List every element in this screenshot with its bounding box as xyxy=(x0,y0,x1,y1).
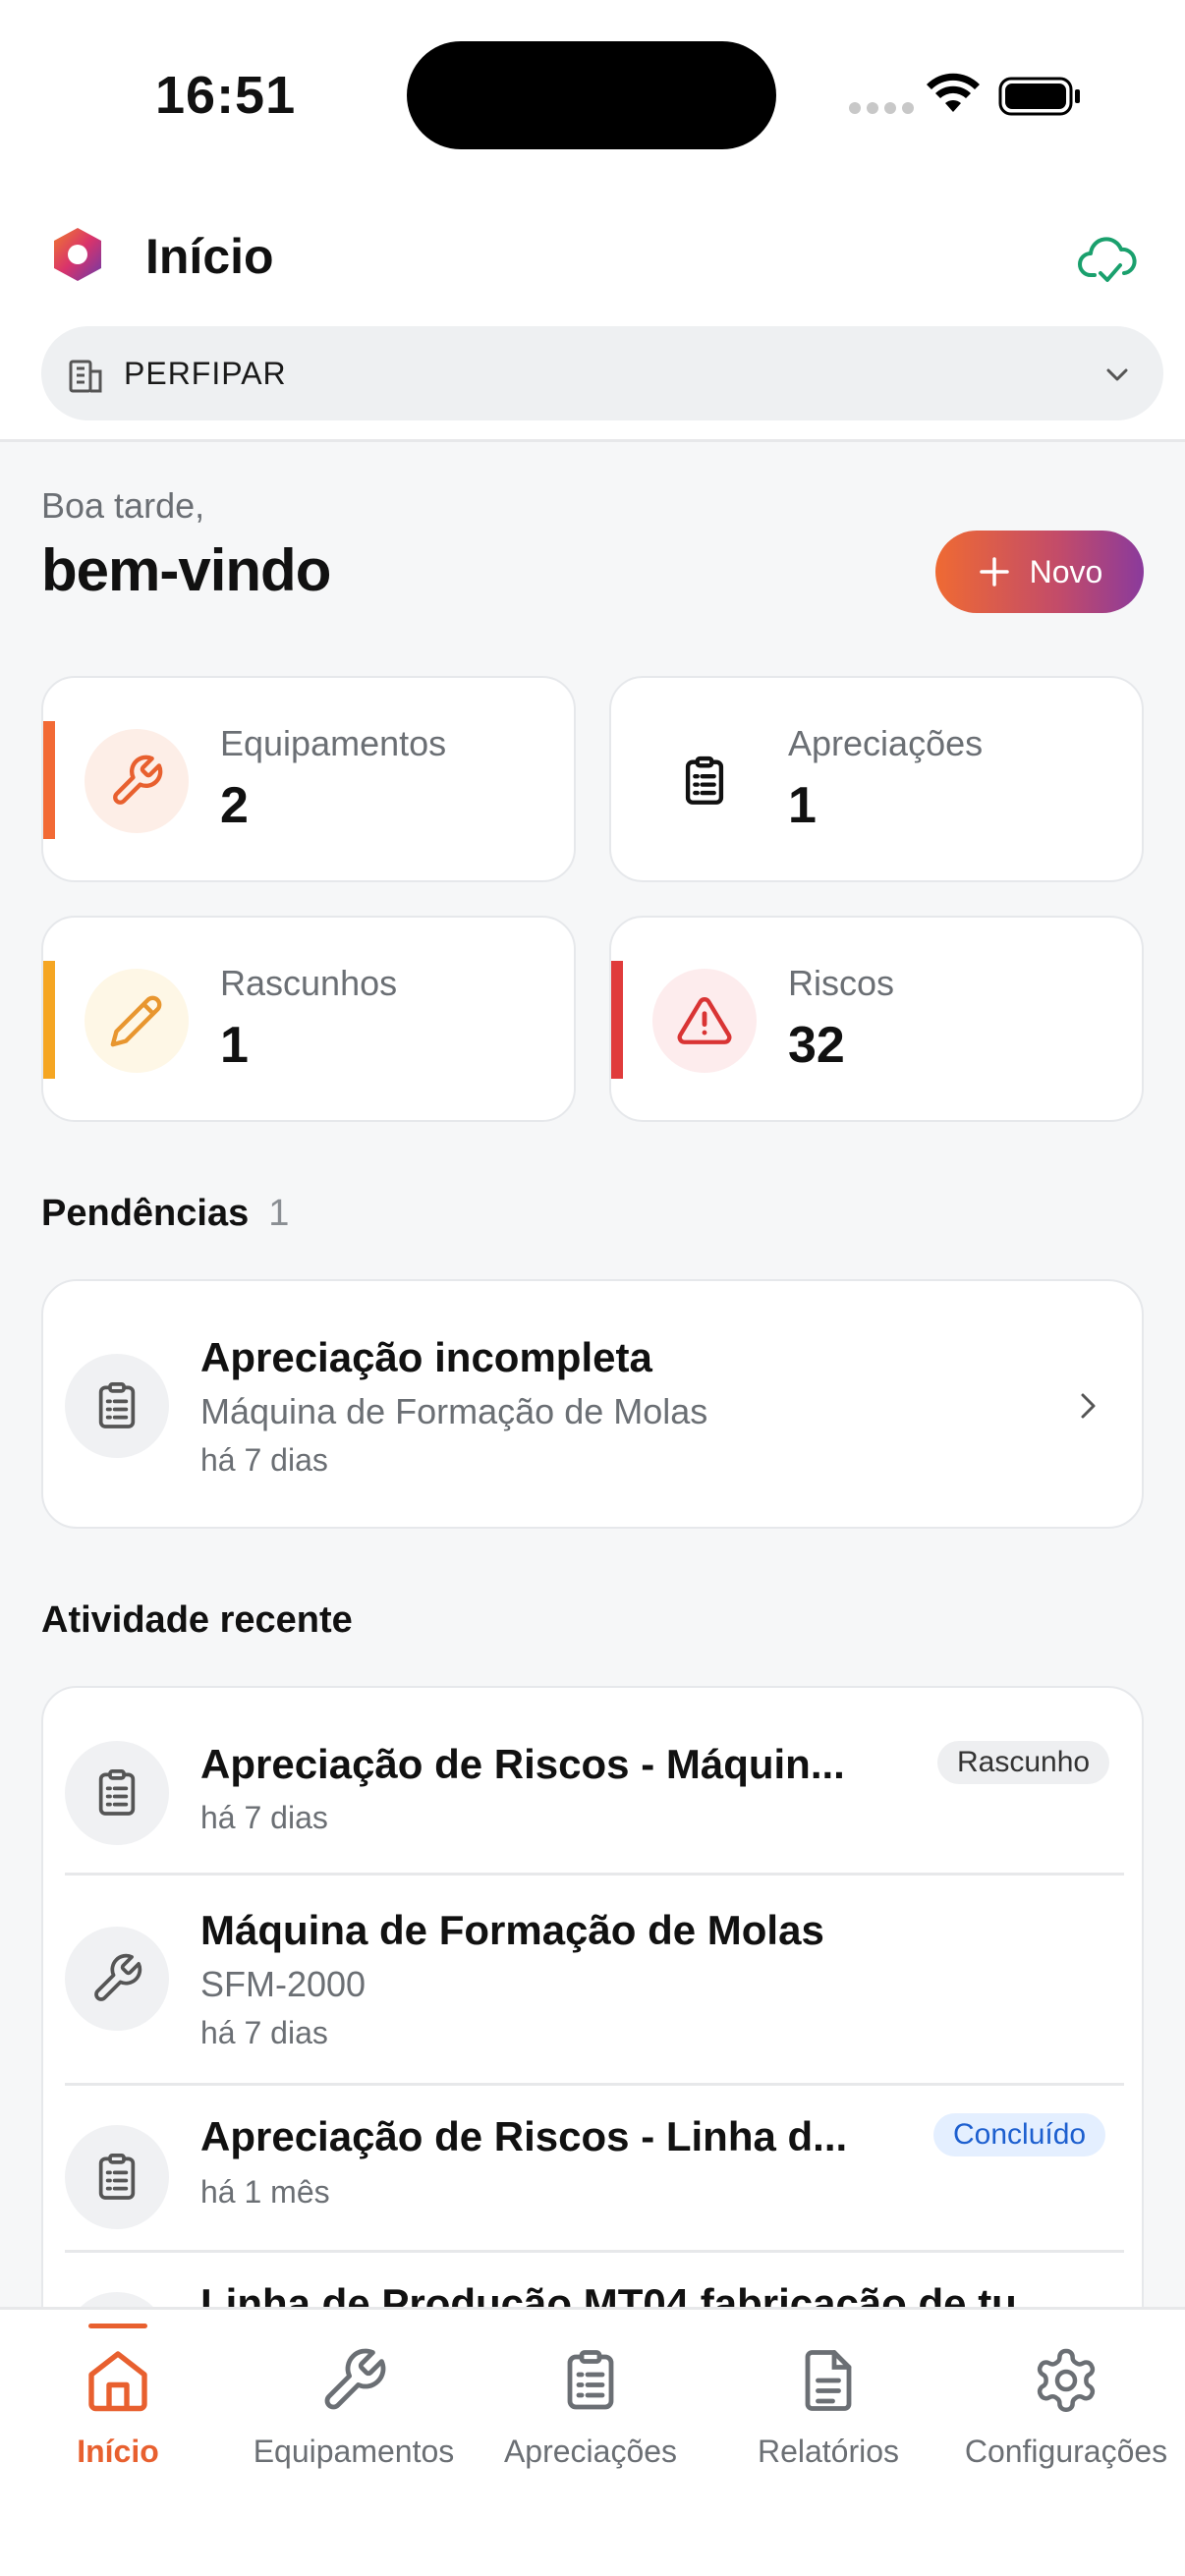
activity-section-title: Atividade recente xyxy=(41,1599,353,1641)
dynamic-island xyxy=(407,41,776,149)
activity-item[interactable]: Apreciação de Riscos - Linha d... há 1 m… xyxy=(43,2086,1142,2251)
activity-item-title: Máquina de Formação de Molas xyxy=(200,1907,824,1953)
warning-icon xyxy=(677,996,732,1044)
tab-apreciacoes[interactable]: Apreciações xyxy=(473,2310,708,2487)
chevron-down-icon xyxy=(1106,368,1128,381)
page-title: Início xyxy=(145,229,274,284)
activity-item-title: Linha de Produção MT04 fabricação de tu.… xyxy=(200,2280,1051,2307)
tab-equipamentos[interactable]: Equipamentos xyxy=(236,2310,472,2487)
activity-item[interactable]: Linha de Produção MT04 fabricação de tu.… xyxy=(43,2253,1142,2307)
tab-label: Relatórios xyxy=(757,2434,900,2469)
company-name: PERFIPAR xyxy=(124,356,287,391)
clipboard-icon xyxy=(98,2153,136,2200)
stat-value: 1 xyxy=(788,777,817,834)
greeting: Boa tarde, xyxy=(41,485,205,526)
list-icon-circle xyxy=(65,1354,169,1458)
wrench-icon xyxy=(94,1953,142,2001)
pending-item-subtitle: Máquina de Formação de Molas xyxy=(200,1391,708,1431)
cloud-check-icon[interactable] xyxy=(1077,232,1138,287)
document-icon xyxy=(805,2350,852,2411)
stat-label: Rascunhos xyxy=(220,963,398,1003)
tab-active-indicator xyxy=(88,2324,147,2328)
stat-card-equipamentos[interactable]: Equipamentos 2 xyxy=(41,676,576,882)
signal-icon xyxy=(849,102,914,114)
new-button[interactable]: Novo xyxy=(935,531,1144,613)
tab-configuracoes[interactable]: Configurações xyxy=(948,2310,1184,2487)
stat-icon-circle xyxy=(652,729,757,833)
stat-accent xyxy=(43,961,55,1079)
status-time: 16:51 xyxy=(155,66,297,125)
activity-item-title: Apreciação de Riscos - Máquin... xyxy=(200,1741,845,1787)
stat-card-apreciacoes[interactable]: Apreciações 1 xyxy=(609,676,1144,882)
pending-item-title: Apreciação incompleta xyxy=(200,1334,652,1380)
stat-accent xyxy=(43,721,55,839)
stat-card-rascunhos[interactable]: Rascunhos 1 xyxy=(41,916,576,1122)
company-select[interactable]: PERFIPAR xyxy=(41,326,1163,420)
clipboard-icon xyxy=(98,1768,136,1816)
stat-icon-circle xyxy=(85,969,189,1073)
activity-item[interactable]: Apreciação de Riscos - Máquin... há 7 di… xyxy=(43,1688,1142,1875)
status-badge: Rascunho xyxy=(937,1741,1110,1784)
wifi-icon xyxy=(927,73,980,112)
status-badge: Concluído xyxy=(933,2113,1106,2156)
stat-icon-circle xyxy=(85,729,189,833)
list-icon-circle xyxy=(65,1741,169,1845)
activity-item-time: há 7 dias xyxy=(200,1800,328,1835)
plus-icon xyxy=(979,557,1009,587)
stat-value: 2 xyxy=(220,777,249,834)
activity-item[interactable]: Máquina de Formação de Molas SFM-2000 há… xyxy=(43,1876,1142,2084)
building-icon xyxy=(69,360,102,393)
wrench-icon xyxy=(324,2348,386,2410)
stat-value: 1 xyxy=(220,1017,249,1074)
stat-card-riscos[interactable]: Riscos 32 xyxy=(609,916,1144,1122)
tab-label: Apreciações xyxy=(503,2434,678,2469)
activity-item-subtitle: SFM-2000 xyxy=(200,1964,367,2004)
stat-label: Apreciações xyxy=(788,723,984,763)
stat-accent xyxy=(611,961,623,1079)
pending-title: Pendências xyxy=(41,1193,250,1234)
list-icon-circle xyxy=(65,2125,169,2229)
chevron-right-icon xyxy=(1081,1393,1096,1419)
list-icon-circle xyxy=(65,2292,169,2307)
gear-icon xyxy=(1037,2348,1096,2412)
stat-label: Riscos xyxy=(788,963,895,1003)
pending-item-time: há 7 dias xyxy=(200,1442,328,1478)
activity-list: Apreciação de Riscos - Máquin... há 7 di… xyxy=(41,1686,1144,2307)
pending-section-title: Pendências 1 xyxy=(41,1193,289,1235)
clipboard-icon xyxy=(567,2350,614,2410)
activity-item-time: há 7 dias xyxy=(200,2015,328,2050)
status-bar: 16:51 xyxy=(0,0,1185,187)
new-button-label: Novo xyxy=(1029,553,1103,589)
tab-relatorios[interactable]: Relatórios xyxy=(710,2310,946,2487)
clipboard-icon xyxy=(685,756,724,805)
list-icon-circle xyxy=(65,1927,169,2031)
pencil-icon xyxy=(110,995,162,1047)
clipboard-icon xyxy=(98,1381,136,1428)
battery-icon xyxy=(998,77,1080,116)
wrench-icon xyxy=(113,755,163,805)
tab-label: Configurações xyxy=(964,2434,1168,2469)
tab-label: Início xyxy=(77,2434,159,2469)
main-content: Boa tarde, bem-vindo Novo Equipamentos 2… xyxy=(0,442,1185,2307)
welcome-title: bem-vindo xyxy=(41,537,331,603)
tab-bar: Início Equipamentos Apreciações Relatóri… xyxy=(0,2307,1185,2576)
stat-label: Equipamentos xyxy=(220,723,447,763)
home-icon xyxy=(88,2351,147,2412)
stat-icon-circle xyxy=(652,969,757,1073)
pending-count: 1 xyxy=(268,1193,290,1234)
tab-inicio[interactable]: Início xyxy=(0,2310,236,2487)
activity-item-time: há 1 mês xyxy=(200,2174,330,2210)
tab-label: Equipamentos xyxy=(253,2434,455,2469)
activity-item-title: Apreciação de Riscos - Linha d... xyxy=(200,2113,848,2159)
pending-item[interactable]: Apreciação incompleta Máquina de Formaçã… xyxy=(41,1279,1144,1529)
logo-icon xyxy=(54,228,101,281)
stat-value: 32 xyxy=(788,1017,845,1074)
app-header: Início PERFIPAR xyxy=(0,187,1185,442)
